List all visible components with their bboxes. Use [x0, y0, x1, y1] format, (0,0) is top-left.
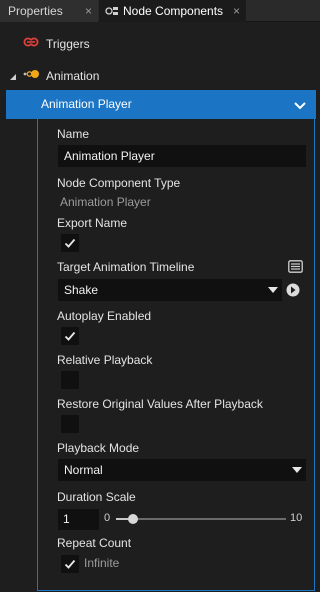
- playback-mode-dropdown[interactable]: Normal: [58, 459, 306, 481]
- checkmark-icon: [64, 238, 76, 248]
- chevron-down-icon[interactable]: [294, 99, 306, 113]
- tree-item-triggers[interactable]: Triggers: [0, 30, 320, 56]
- export-name-label: Export Name: [57, 216, 128, 230]
- autoplay-checkbox[interactable]: [61, 327, 79, 345]
- component-type-label: Node Component Type: [57, 176, 181, 190]
- dropdown-caret-icon: [292, 467, 302, 473]
- duration-scale-input[interactable]: 1: [58, 509, 99, 530]
- playback-mode-value: Normal: [64, 463, 103, 477]
- playback-mode-label: Playback Mode: [57, 441, 140, 455]
- slider-min-label: 0: [104, 512, 111, 524]
- trigger-link-icon: [23, 35, 39, 52]
- slider-max-label: 10: [290, 512, 303, 524]
- target-timeline-dropdown[interactable]: Shake: [58, 279, 282, 301]
- checkmark-icon: [64, 559, 76, 569]
- tab-node-components-label: Node Components: [123, 4, 224, 18]
- autoplay-label: Autoplay Enabled: [57, 309, 152, 323]
- infinite-checkbox[interactable]: [61, 555, 79, 573]
- target-timeline-label: Target Animation Timeline: [57, 260, 195, 274]
- node-components-icon: [105, 5, 119, 17]
- tab-properties[interactable]: Properties ×: [0, 0, 98, 22]
- name-field[interactable]: Animation Player: [58, 145, 306, 167]
- animation-node-icon: [22, 68, 40, 83]
- repeat-count-label: Repeat Count: [57, 536, 132, 550]
- expand-arrow-icon[interactable]: [9, 70, 17, 84]
- relative-playback-label: Relative Playback: [57, 353, 153, 367]
- tab-node-components-close-icon[interactable]: ×: [233, 4, 240, 18]
- infinite-label: Infinite: [84, 556, 120, 570]
- restore-values-label: Restore Original Values After Playback: [57, 397, 263, 411]
- selected-component-label: Animation Player: [41, 97, 132, 111]
- tree-item-animation-label: Animation: [46, 69, 100, 83]
- goto-arrow-icon[interactable]: [285, 282, 301, 301]
- tab-bar: Properties × Node Components ×: [0, 0, 320, 22]
- relative-playback-checkbox[interactable]: [61, 371, 79, 389]
- duration-scale-slider-track[interactable]: [116, 518, 286, 520]
- export-name-checkbox[interactable]: [61, 234, 79, 252]
- duration-scale-slider-thumb[interactable]: [128, 514, 138, 524]
- tab-properties-label: Properties: [8, 4, 63, 18]
- tree-item-animation[interactable]: Animation: [0, 62, 320, 88]
- tab-node-components[interactable]: Node Components ×: [99, 0, 246, 22]
- checkmark-icon: [64, 331, 76, 341]
- tree-item-triggers-label: Triggers: [46, 37, 90, 51]
- restore-values-checkbox[interactable]: [61, 415, 79, 433]
- duration-scale-label: Duration Scale: [57, 490, 136, 504]
- component-type-value: Animation Player: [60, 195, 151, 209]
- name-label: Name: [57, 127, 90, 141]
- target-timeline-value: Shake: [64, 283, 99, 297]
- tab-properties-close-icon[interactable]: ×: [85, 4, 92, 18]
- selected-component-header[interactable]: Animation Player: [6, 90, 316, 119]
- dropdown-caret-icon: [268, 287, 278, 293]
- browse-list-icon[interactable]: [288, 260, 303, 276]
